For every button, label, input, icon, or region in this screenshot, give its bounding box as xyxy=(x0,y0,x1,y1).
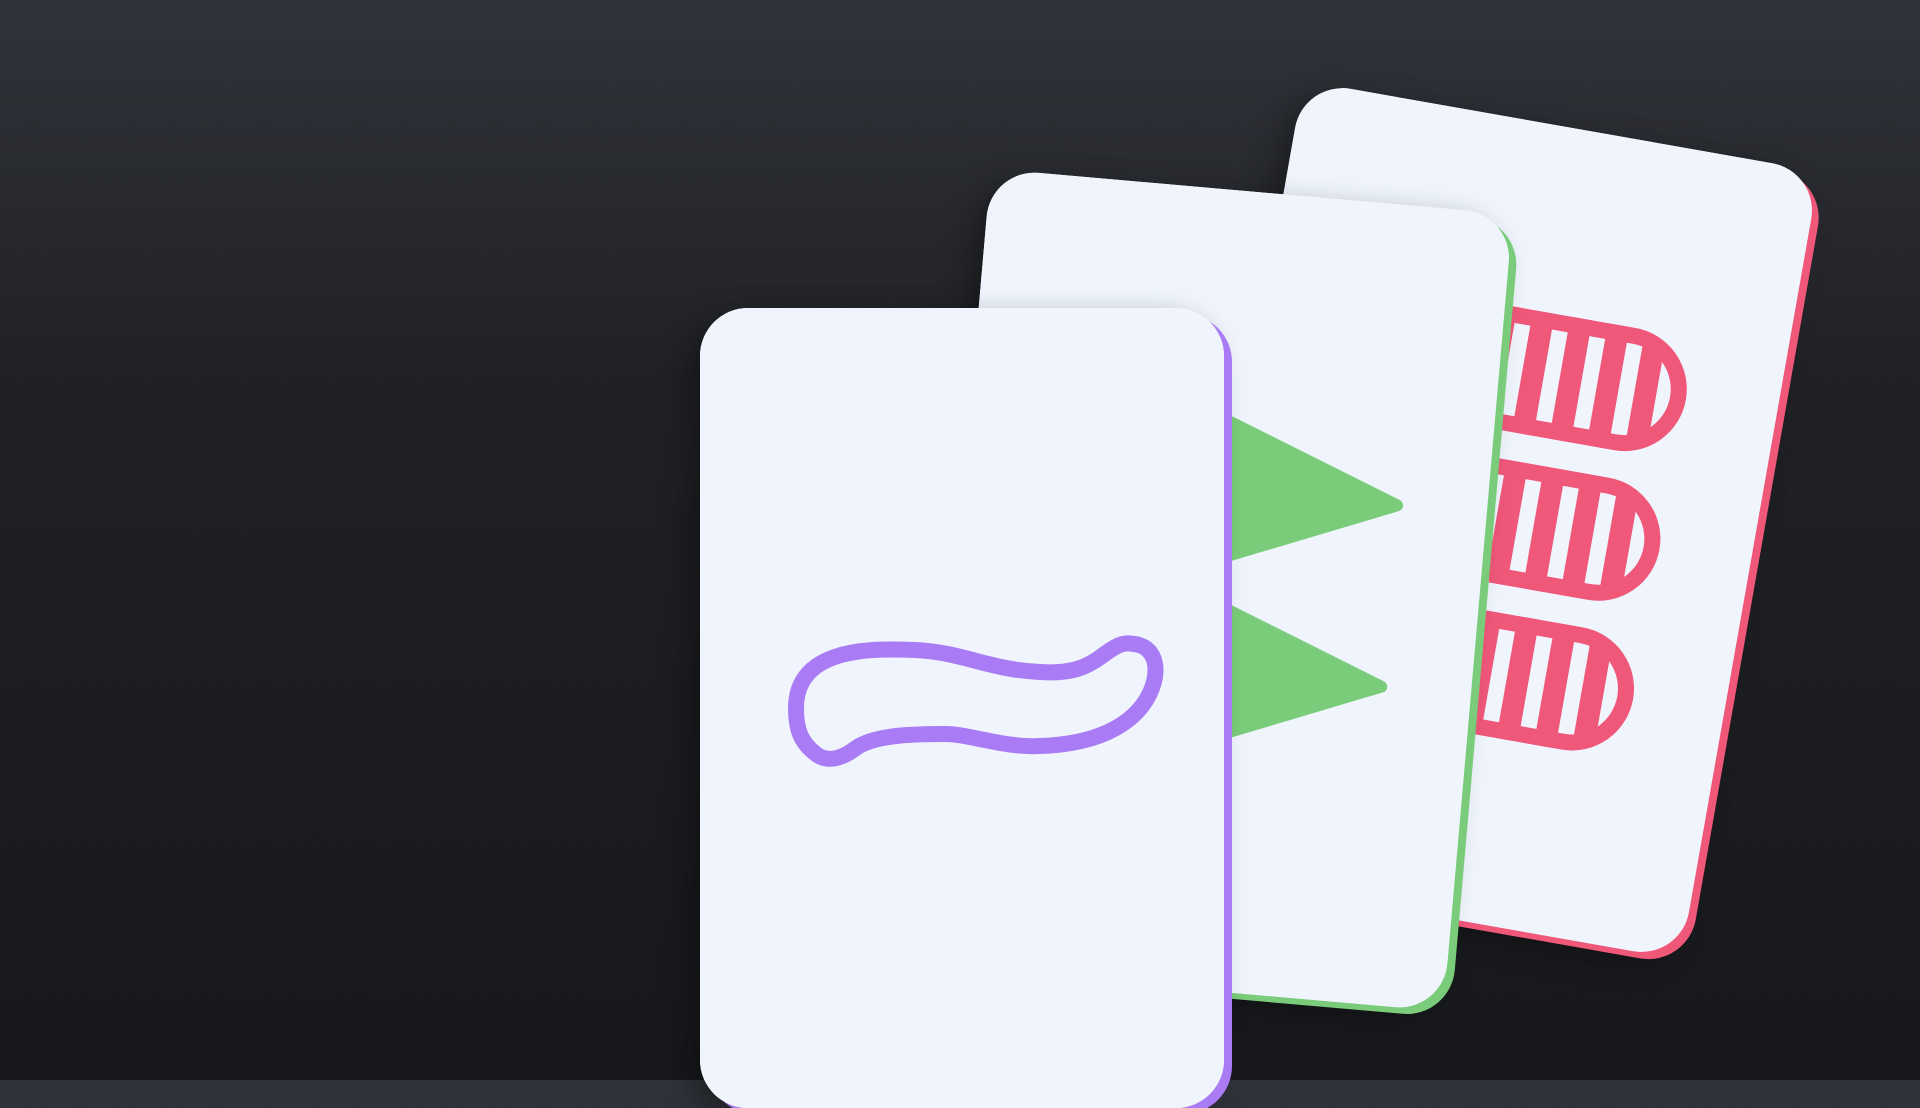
card-table xyxy=(0,0,1920,1108)
card-purple-open-squiggle[interactable] xyxy=(700,308,1224,1108)
card-symbols xyxy=(788,635,1164,767)
squiggle-icon xyxy=(788,635,1164,767)
